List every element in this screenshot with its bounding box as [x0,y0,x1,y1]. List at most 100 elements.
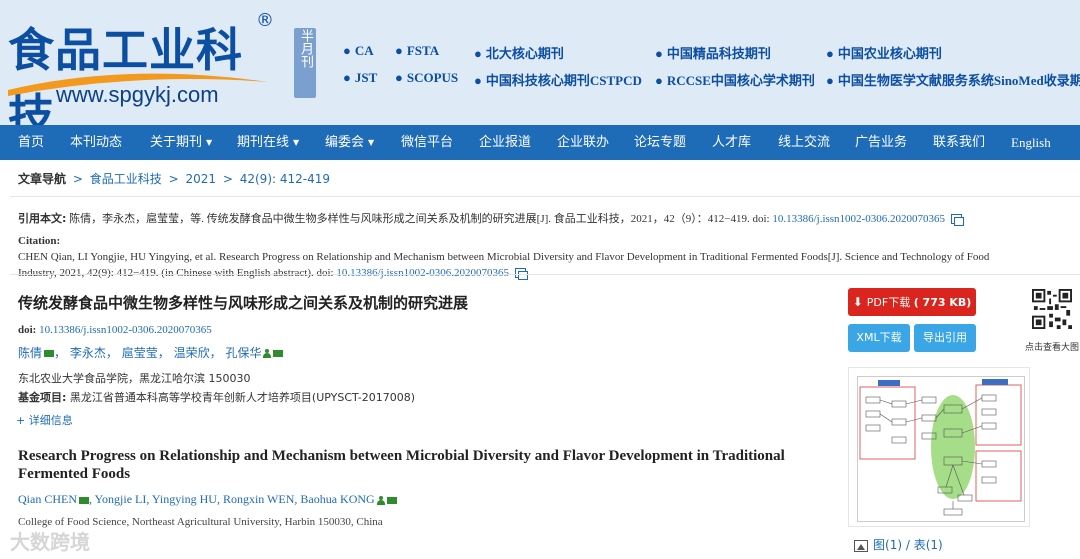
index-link-cstpcd[interactable]: ● 中国科技核心期刊CSTPCD [474,70,642,89]
author-link[interactable]: 陈倩 [18,346,42,360]
table-link[interactable]: 表(1) [914,538,943,552]
index-link-label: SCOPUS [406,70,459,85]
breadcrumb-sep: > [168,172,179,186]
nav-about[interactable]: 关于期刊 ▼ [150,125,212,160]
citation-en-doi-link[interactable]: 10.13386/j.issn1002-0306.2020070365 [336,267,509,279]
index-link-fsta[interactable]: ● FSTA [395,43,439,59]
badge-text: 半月刊 [298,29,313,68]
index-link-label: CA [354,43,374,58]
index-link-label: 中国生物医学文献服务系统SinoMed收录期刊 [837,73,1080,88]
nav-english[interactable]: English [1011,125,1051,160]
index-link-rccse[interactable]: ● RCCSE中国核心学术期刊 [655,70,815,89]
caret-down-icon: ▼ [293,138,300,147]
nav-wechat[interactable]: 微信平台 [401,125,453,160]
nav-online[interactable]: 期刊在线 ▼ [237,125,299,160]
author-link[interactable]: 温荣欣 [174,346,210,360]
nav-label: 广告业务 [855,135,908,150]
index-link-ca[interactable]: ● CA [343,43,374,59]
nav-home[interactable]: 首页 [18,125,44,160]
journal-logo[interactable]: 食品工业科技 ® www.spgykj.com [6,10,286,143]
authors-en: Qian CHEN, Yongjie LI, Yingying HU, Rong… [18,492,397,507]
logo-url: www.spgykj.com [56,82,219,107]
main-nav: 首页 本刊动态 关于期刊 ▼ 期刊在线 ▼ 编委会 ▼ 微信平台 企业报道 企业联办 … [0,125,1080,160]
nav-news[interactable]: 本刊动态 [70,125,122,160]
fund-text: 黑龙江省普通本科高等学校青年创新人才培养项目(UPYSCT-2017008) [69,391,415,404]
figure-image [857,376,1025,522]
fund-info: 基金项目: 黑龙江省普通本科高等学校青年创新人才培养项目(UPYSCT-2017… [18,389,415,405]
author-link[interactable]: Yongjie LI [95,492,147,506]
citation-doi-link[interactable]: 10.13386/j.issn1002-0306.2020070365 [772,213,945,225]
nav-editorial[interactable]: 编委会 ▼ [325,125,374,160]
nav-talent[interactable]: 人才库 [712,125,751,160]
author-link[interactable]: Baohua KONG [300,492,374,506]
nav-label: 人才库 [712,135,752,150]
divider [10,196,1080,197]
nav-label: English [1011,135,1051,150]
nav-ads[interactable]: 广告业务 [855,125,907,160]
index-link-scopus[interactable]: ● SCOPUS [395,70,458,86]
nav-enterprise-joint[interactable]: 企业联办 [557,125,609,160]
bullet-icon: ● [395,70,403,85]
index-link-premium[interactable]: ● 中国精品科技期刊 [655,43,771,62]
author-sep: ， [157,346,170,360]
breadcrumb-journal[interactable]: 食品工业科技 [90,172,162,186]
pdf-download-button[interactable]: ⬇ PDF下载 ( 773 KB) [848,288,976,316]
author-link[interactable]: Yingying HU [152,492,217,506]
author-sep: , [216,492,220,506]
citation-cn-text: 陈倩，李永杰，扈莹莹，等. 传统发酵食品中微生物多样性与风味形成之间关系及机制的… [69,213,773,225]
breadcrumb-year[interactable]: 2021 [185,172,216,186]
table-link-count: (1) [925,538,943,552]
article-title-cn: 传统发酵食品中微生物多样性与风味形成之间关系及机制的研究进展 [18,294,469,312]
article-doi: doi: 10.13386/j.issn1002-0306.2020070365 [18,324,212,336]
index-link-agri-core[interactable]: ● 中国农业核心期刊 [826,43,942,62]
bullet-icon: ● [655,73,663,88]
index-link-label: 中国精品科技期刊 [666,46,771,61]
figure-thumbnail[interactable] [848,367,1030,527]
pdf-label: PDF下载 [866,296,911,309]
author-sep: , [294,492,298,506]
index-link-label: 北大核心期刊 [485,46,564,61]
link-sep: / [902,538,914,552]
mail-icon[interactable] [386,496,397,504]
index-link-sinomed[interactable]: ● 中国生物医学文献服务系统SinoMed收录期刊 [826,70,1080,89]
nav-online-exchange[interactable]: 线上交流 [778,125,830,160]
index-link-pku-core[interactable]: ● 北大核心期刊 [474,43,564,62]
export-citation-button[interactable]: 导出引用 [914,324,976,352]
person-icon [376,495,385,505]
nav-label: 企业报道 [479,135,532,150]
mail-icon[interactable] [79,496,89,504]
author-link[interactable]: 孔保华 [225,346,261,360]
registered-mark: ® [256,10,274,31]
figure-link-count: (1) [885,538,903,552]
authors-cn: 陈倩， 李永杰， 扈莹莹， 温荣欣， 孔保华 [18,344,284,361]
index-link-label: 中国农业核心期刊 [837,46,942,61]
breadcrumb: 文章导航 > 食品工业科技 > 2021 > 42(9): 412-419 [18,170,330,187]
nav-label: 微信平台 [401,135,454,150]
nav-forum[interactable]: 论坛专题 [634,125,686,160]
qr-caption[interactable]: 点击查看大图 [1025,340,1079,353]
index-link-label: RCCSE中国核心学术期刊 [666,73,815,88]
nav-label: 关于期刊 [150,135,203,150]
copy-icon[interactable] [950,214,964,227]
author-sep: ， [54,346,67,360]
mail-icon[interactable] [44,350,55,357]
figure-link[interactable]: 图(1) [873,538,902,552]
doi-link[interactable]: 10.13386/j.issn1002-0306.2020070365 [39,324,212,336]
author-link[interactable]: 扈莹莹 [122,346,158,360]
author-link[interactable]: Rongxin WEN [223,492,294,506]
details-toggle[interactable]: + 详细信息 [16,412,73,428]
nav-enterprise-report[interactable]: 企业报道 [479,125,531,160]
nav-contact[interactable]: 联系我们 [933,125,985,160]
qr-code-icon[interactable] [1032,289,1072,329]
author-sep: ， [105,346,118,360]
author-link[interactable]: 李永杰 [70,346,106,360]
semimonthly-badge: 半月刊 [294,28,316,98]
citation-en-body: CHEN Qian, LI Yongjie, HU Yingying, et a… [18,249,1023,281]
affiliation-cn: 东北农业大学食品学院，黑龙江哈尔滨 150030 [18,372,251,385]
mail-icon[interactable] [273,350,284,357]
author-link[interactable]: Qian CHEN [18,492,77,506]
breadcrumb-issue[interactable]: 42(9): 412-419 [240,172,330,186]
nav-label: 线上交流 [778,135,831,150]
index-link-jst[interactable]: ● JST [343,70,377,86]
xml-download-button[interactable]: XML下载 [848,324,910,352]
